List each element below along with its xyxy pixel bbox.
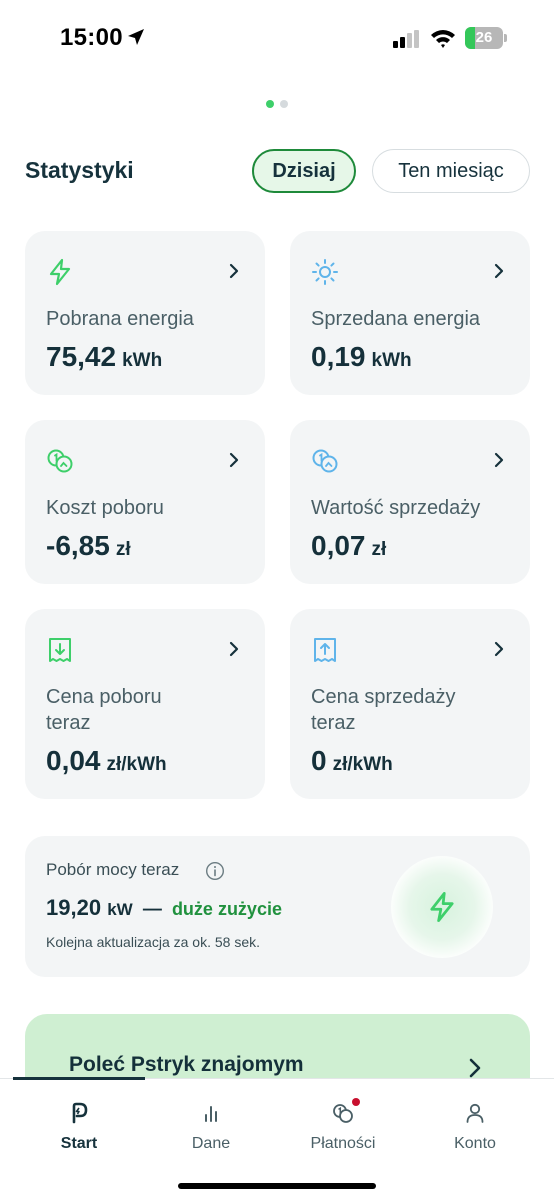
coins-icon	[47, 449, 73, 473]
user-icon	[466, 1103, 484, 1123]
stat-card-energy-sold[interactable]: Sprzedana energia 0,19 kWh	[290, 231, 530, 395]
chevron-right-icon	[229, 641, 239, 657]
card-label: Sprzedana energia	[311, 308, 481, 330]
tab-label: Płatności	[310, 1135, 376, 1152]
card-unit: zł/kWh	[332, 754, 393, 775]
pstryk-logo-icon	[72, 1102, 88, 1124]
power-separator: —	[142, 899, 162, 920]
update-note: Kolejna aktualizacja za ok. 58 sek.	[46, 934, 261, 950]
page-dot	[266, 100, 274, 108]
sun-icon	[312, 259, 338, 285]
referral-text: Poleć Pstryk znajomym	[69, 1053, 304, 1076]
stat-card-sales-value[interactable]: Wartość sprzedaży 0,07 zł	[290, 420, 530, 584]
power-number: 19,20	[46, 895, 102, 920]
card-value: 0 zł/kWh	[311, 745, 393, 776]
power-value: 19,20 kW — duże zużycie	[46, 895, 282, 921]
bar-chart-icon	[205, 1106, 217, 1122]
home-indicator[interactable]	[178, 1183, 376, 1189]
stat-card-sell-price[interactable]: Cena sprzedaży teraz 0 zł/kWh	[290, 609, 530, 799]
chevron-right-icon	[229, 452, 239, 468]
tab-label: Dane	[191, 1135, 231, 1152]
card-value: 0,19 kWh	[311, 341, 412, 372]
card-unit: zł	[115, 539, 131, 560]
status-time: 15:00	[60, 24, 123, 51]
battery-percent: 26	[475, 29, 493, 46]
tab-start[interactable]: Start	[19, 1101, 139, 1153]
card-unit: kWh	[122, 350, 163, 371]
card-value: 75,42 kWh	[46, 341, 163, 372]
card-value: -6,85 zł	[46, 530, 131, 561]
location-arrow-icon	[128, 29, 144, 45]
chevron-right-icon	[469, 1058, 481, 1078]
receipt-download-icon	[49, 638, 71, 662]
chevron-right-icon	[229, 263, 239, 279]
card-label: Koszt poboru	[46, 497, 164, 519]
card-value: 0,07 zł	[311, 530, 387, 561]
chevron-right-icon	[494, 263, 504, 279]
power-indicator	[391, 856, 493, 958]
page-indicator	[266, 100, 288, 108]
tab-data[interactable]: Dane	[151, 1101, 271, 1153]
card-unit: zł/kWh	[106, 754, 167, 775]
stat-card-cost[interactable]: Koszt poboru -6,85 zł	[25, 420, 265, 584]
wifi-icon	[431, 30, 455, 48]
active-tab-indicator	[13, 1077, 145, 1080]
card-label: Cena poboru teraz	[46, 686, 162, 734]
page-dot	[280, 100, 288, 108]
card-unit: zł	[371, 539, 387, 560]
tab-account[interactable]: Konto	[415, 1101, 535, 1153]
card-value: 0,04 zł/kWh	[46, 745, 167, 776]
receipt-upload-icon	[314, 638, 336, 662]
lightning-bolt-icon	[49, 258, 71, 286]
chevron-right-icon	[494, 641, 504, 657]
bottom-tab-bar: Start Dane Płatności Konto	[0, 1077, 554, 1200]
power-status: duże zużycie	[171, 899, 282, 919]
tab-label: Start	[60, 1135, 98, 1152]
cellular-signal-icon	[393, 30, 419, 48]
coins-icon	[312, 449, 338, 473]
card-label: Cena sprzedaży teraz	[311, 686, 456, 734]
battery-indicator: 26	[465, 27, 507, 49]
stat-card-energy-drawn[interactable]: Pobrana energia 75,42 kWh	[25, 231, 265, 395]
power-usage-card: Pobór mocy teraz 19,20 kW — duże zużycie…	[25, 836, 530, 977]
chevron-right-icon	[494, 452, 504, 468]
period-today-button[interactable]: Dzisiaj	[252, 149, 356, 193]
card-unit: kWh	[371, 350, 412, 371]
status-bar: 15:00 26	[0, 0, 554, 76]
coins-icon	[333, 1104, 353, 1123]
lightning-bolt-icon	[430, 892, 454, 922]
card-label: Wartość sprzedaży	[311, 497, 481, 519]
info-icon[interactable]	[205, 861, 225, 881]
notification-badge	[352, 1098, 360, 1106]
power-unit: kW	[107, 900, 133, 919]
tab-payments[interactable]: Płatności	[283, 1098, 403, 1153]
stat-card-buy-price[interactable]: Cena poboru teraz 0,04 zł/kWh	[25, 609, 265, 799]
section-title: Statystyki	[25, 157, 134, 183]
card-label: Pobrana energia	[46, 308, 194, 330]
period-month-button[interactable]: Ten miesiąc	[372, 149, 530, 193]
power-title: Pobór mocy teraz	[46, 860, 180, 879]
tab-label: Konto	[454, 1135, 496, 1152]
